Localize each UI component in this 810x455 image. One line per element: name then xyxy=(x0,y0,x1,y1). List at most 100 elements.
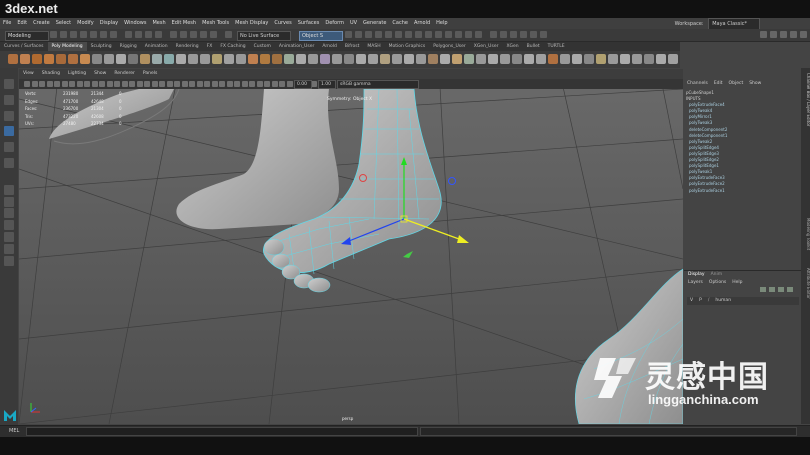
shelf-tab[interactable]: Rigging xyxy=(116,42,141,51)
viewport-toolbar-icon[interactable] xyxy=(264,81,270,87)
shelf-tab[interactable]: TURTLE xyxy=(544,42,569,51)
status-tool-icon[interactable] xyxy=(520,31,527,38)
shelf-tool-icon[interactable] xyxy=(488,54,498,64)
shelf-tool-icon[interactable] xyxy=(92,54,102,64)
shelf-tab[interactable]: XGen xyxy=(502,42,522,51)
shelf-tool-icon[interactable] xyxy=(116,54,126,64)
status-tool-icon[interactable] xyxy=(540,31,547,38)
viewport-toolbar-icon[interactable] xyxy=(61,81,68,87)
shelf-tool-icon[interactable] xyxy=(44,54,54,64)
shelf-tool-icon[interactable] xyxy=(284,54,294,64)
shelf-tool-icon[interactable] xyxy=(560,54,570,64)
viewport-toolbar-icon[interactable] xyxy=(256,81,263,87)
toolbox-tool-icon[interactable] xyxy=(4,185,14,195)
status-tool-icon[interactable] xyxy=(100,31,107,38)
status-tool-icon[interactable] xyxy=(210,31,217,38)
viewport-toolbar-icon[interactable] xyxy=(76,81,83,87)
shelf-tab[interactable]: Animation xyxy=(141,42,172,51)
layout-icon[interactable] xyxy=(800,31,807,38)
status-tool-icon[interactable] xyxy=(415,31,422,38)
status-tool-icon[interactable] xyxy=(125,31,132,38)
status-tool-icon[interactable] xyxy=(80,31,87,38)
viewport-toolbar-icon[interactable] xyxy=(114,81,120,87)
shelf-tab[interactable]: XGen_User xyxy=(470,42,503,51)
shelf-tool-icon[interactable] xyxy=(380,54,390,64)
shelf-tool-icon[interactable] xyxy=(572,54,582,64)
shelf-tool-icon[interactable] xyxy=(56,54,66,64)
shelf-tab[interactable]: Custom xyxy=(250,42,275,51)
shelf-tool-icon[interactable] xyxy=(524,54,534,64)
status-tool-icon[interactable] xyxy=(405,31,412,38)
menu-surfaces[interactable]: Surfaces xyxy=(295,18,323,29)
layout-icon[interactable] xyxy=(780,31,787,38)
right-tab-label[interactable]: Attribute Editor xyxy=(806,268,810,299)
viewport-toolbar-icon[interactable] xyxy=(279,81,285,87)
shelf-tool-icon[interactable] xyxy=(104,54,114,64)
layout-icon[interactable] xyxy=(790,31,797,38)
viewport-toolbar-icon[interactable] xyxy=(241,81,248,87)
channel-box-menu-object[interactable]: Object xyxy=(726,79,747,89)
shelf-tool-icon[interactable] xyxy=(452,54,462,64)
menu-generate[interactable]: Generate xyxy=(360,18,389,29)
toolbox-tool-icon[interactable] xyxy=(4,232,14,242)
status-tool-icon[interactable] xyxy=(155,31,162,38)
menu-edit-mesh[interactable]: Edit Mesh xyxy=(169,18,199,29)
toolbox-tool-icon[interactable] xyxy=(4,256,14,266)
shelf-tool-icon[interactable] xyxy=(332,54,342,64)
viewport-toolbar-icon[interactable] xyxy=(249,81,255,87)
status-tool-icon[interactable] xyxy=(425,31,432,38)
viewport-toolbar-icon[interactable] xyxy=(211,81,218,87)
menu-display[interactable]: Display xyxy=(97,18,121,29)
viewport-toolbar-icon[interactable] xyxy=(136,81,143,87)
layer-tab-anim[interactable]: Anim xyxy=(711,271,723,278)
shelf-tab[interactable]: Rendering xyxy=(172,42,203,51)
viewport-toolbar-icon[interactable] xyxy=(271,81,278,87)
menu-uv[interactable]: UV xyxy=(347,18,360,29)
shelf-tool-icon[interactable] xyxy=(656,54,666,64)
panel-menu-lighting[interactable]: Lighting xyxy=(64,69,90,79)
new-layer-icon[interactable] xyxy=(778,287,784,292)
viewport-toolbar-icon[interactable] xyxy=(99,81,105,87)
panel-menu-view[interactable]: View xyxy=(19,69,38,79)
layer-menu-options[interactable]: Options xyxy=(709,279,726,286)
shelf-tab[interactable]: Animation_User xyxy=(275,42,318,51)
shelf-tool-icon[interactable] xyxy=(152,54,162,64)
shelf-tool-icon[interactable] xyxy=(632,54,642,64)
live-surface-field[interactable]: No Live Surface xyxy=(237,31,291,41)
shelf-tool-icon[interactable] xyxy=(140,54,150,64)
shelf-tool-icon[interactable] xyxy=(464,54,474,64)
status-tool-icon[interactable] xyxy=(225,31,232,38)
shelf-tab[interactable]: FX Caching xyxy=(216,42,249,51)
layer-name[interactable]: human xyxy=(715,297,731,305)
status-tool-icon[interactable] xyxy=(190,31,197,38)
shelf-tool-icon[interactable] xyxy=(176,54,186,64)
menu-set-dropdown[interactable]: Modeling xyxy=(5,31,49,41)
status-tool-icon[interactable] xyxy=(445,31,452,38)
gamma-field[interactable]: 1.00 xyxy=(318,80,336,89)
status-tool-icon[interactable] xyxy=(465,31,472,38)
viewport-toolbar-icon[interactable] xyxy=(69,81,75,87)
colorspace-dropdown[interactable]: sRGB gamma xyxy=(337,80,419,89)
shelf-tool-icon[interactable] xyxy=(308,54,318,64)
shelf-tool-icon[interactable] xyxy=(272,54,282,64)
shelf-tool-icon[interactable] xyxy=(164,54,174,64)
status-tool-icon[interactable] xyxy=(500,31,507,38)
viewport-toolbar-icon[interactable] xyxy=(166,81,173,87)
shelf-tool-icon[interactable] xyxy=(404,54,414,64)
shelf-tool-icon[interactable] xyxy=(260,54,270,64)
viewport-toolbar-icon[interactable] xyxy=(181,81,188,87)
shelf-tool-icon[interactable] xyxy=(32,54,42,64)
viewport-toolbar-icon[interactable] xyxy=(91,81,98,87)
panel-menu-shading[interactable]: Shading xyxy=(38,69,64,79)
viewport-toolbar-icon[interactable] xyxy=(174,81,180,87)
shelf-tool-icon[interactable] xyxy=(368,54,378,64)
status-tool-icon[interactable] xyxy=(180,31,187,38)
shelf-tool-icon[interactable] xyxy=(128,54,138,64)
menu-select[interactable]: Select xyxy=(53,18,74,29)
viewport-toolbar-icon[interactable] xyxy=(234,81,240,87)
panel-menu-renderer[interactable]: Renderer xyxy=(110,69,139,79)
shelf-tool-icon[interactable] xyxy=(200,54,210,64)
shelf-tab[interactable]: Curves / Surfaces xyxy=(0,42,48,51)
menu-arnold[interactable]: Arnold xyxy=(411,18,433,29)
toolbox-tool-icon[interactable] xyxy=(4,126,14,136)
